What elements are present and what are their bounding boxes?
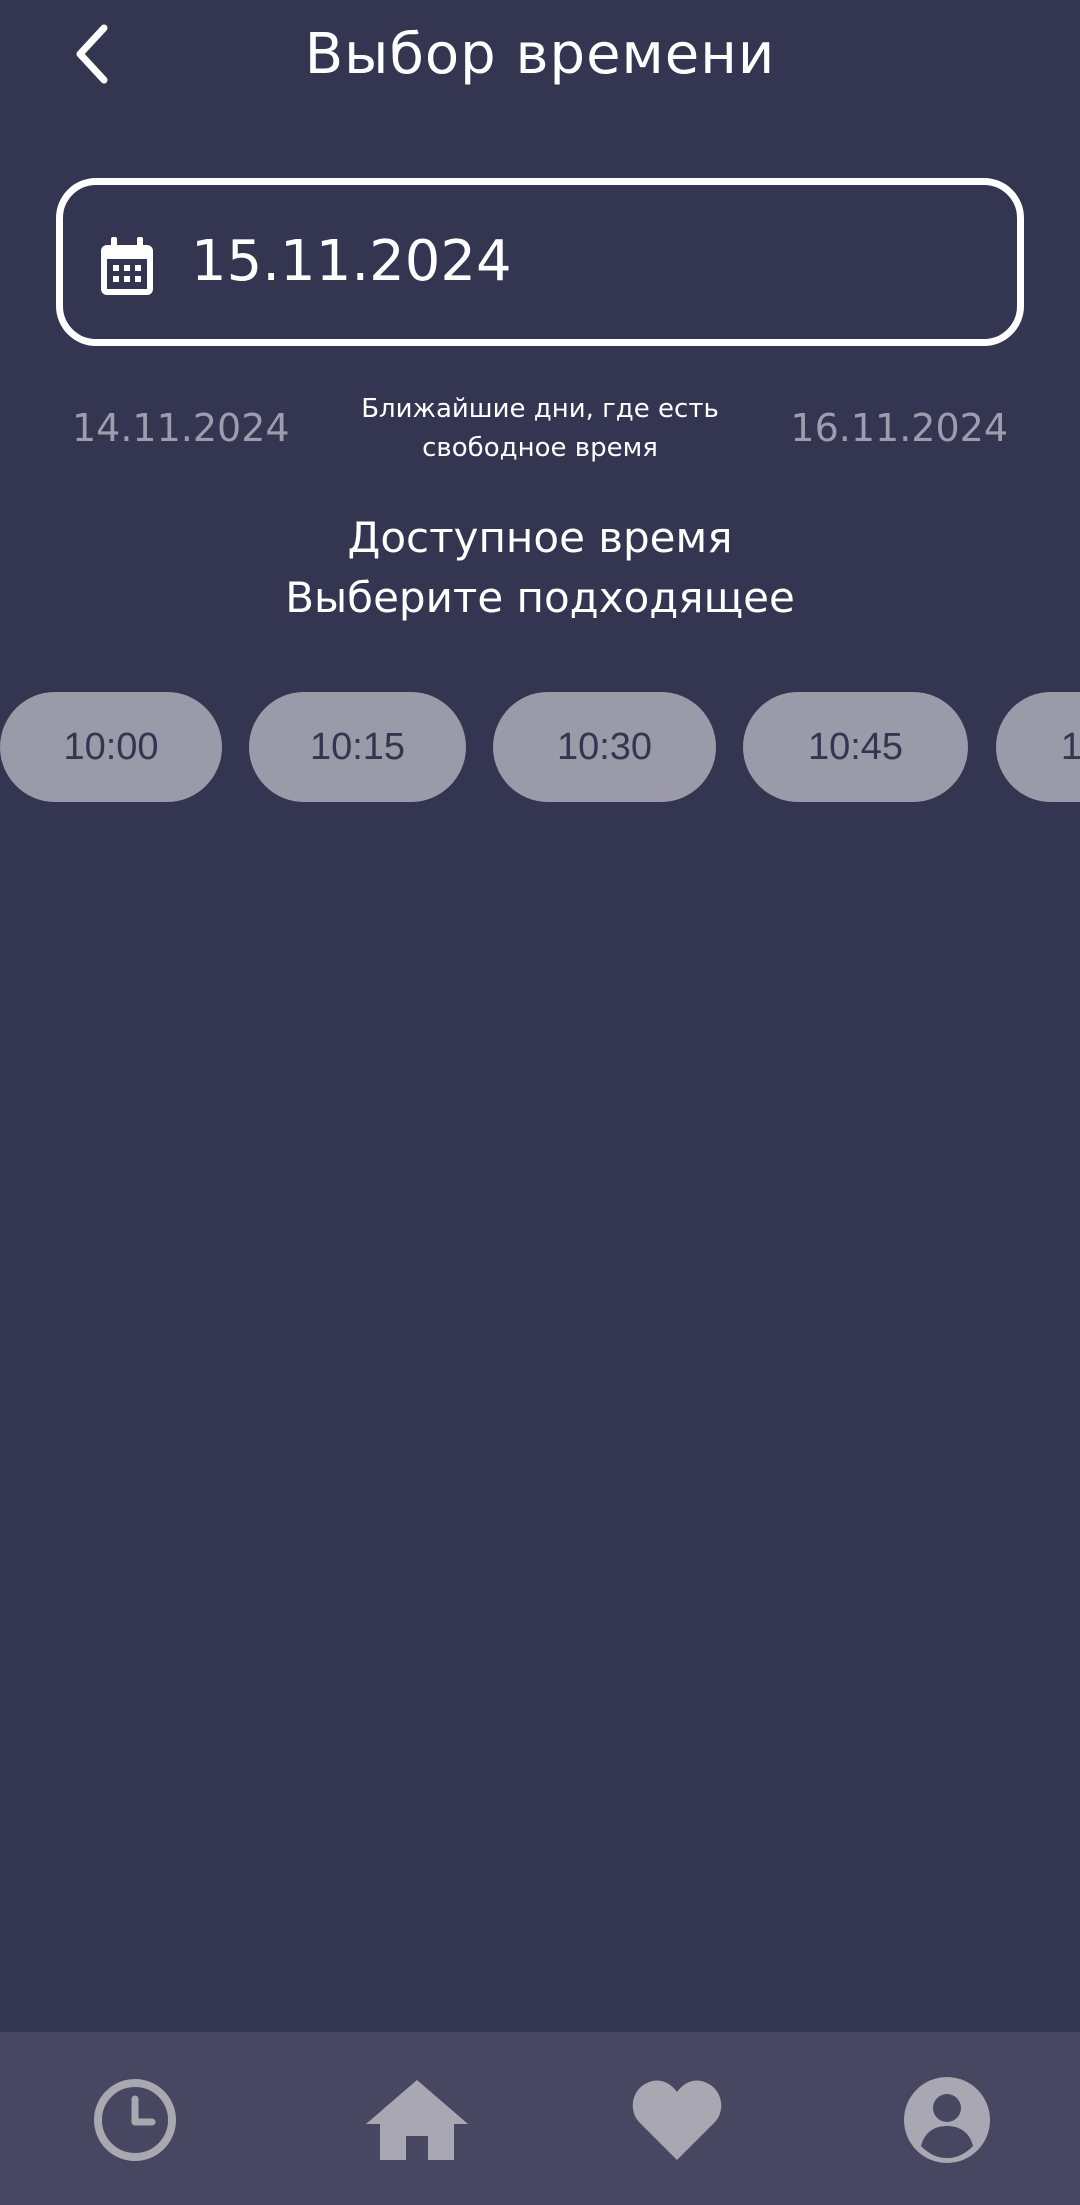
nearby-dates: 14.11.2024 Ближайшие дни, где есть свобо… <box>0 380 1080 480</box>
time-slot[interactable]: 11:00 <box>996 692 1080 802</box>
nearby-caption: Ближайшие дни, где есть свободное время <box>330 390 750 468</box>
time-slots-scroller[interactable]: 10:00 10:15 10:30 10:45 11:00 <box>0 692 1080 802</box>
nearby-caption-line1: Ближайшие дни, где есть <box>361 394 719 424</box>
nav-home[interactable] <box>362 2070 472 2170</box>
home-icon <box>366 2080 468 2160</box>
time-slot[interactable]: 10:15 <box>249 692 466 802</box>
time-selection-screen: Выбор времени 15.11.2024 14.11.2024 Ближ… <box>0 0 1080 2205</box>
clock-icon <box>94 2079 176 2161</box>
nav-profile[interactable] <box>897 2070 997 2170</box>
bottom-nav <box>0 2032 1080 2205</box>
nearby-caption-line2: свободное время <box>422 433 658 463</box>
selected-date: 15.11.2024 <box>191 229 512 294</box>
nav-history[interactable] <box>85 2070 185 2170</box>
available-time-heading: Доступное время Выберите подходящее <box>0 508 1080 628</box>
profile-icon <box>904 2077 990 2163</box>
page-title: Выбор времени <box>304 22 776 87</box>
date-picker-field[interactable]: 15.11.2024 <box>56 178 1024 346</box>
available-time-title: Доступное время <box>347 513 733 562</box>
next-available-date[interactable]: 16.11.2024 <box>790 406 1008 450</box>
heart-icon <box>632 2080 722 2160</box>
time-slot[interactable]: 10:30 <box>493 692 716 802</box>
header: Выбор времени <box>0 0 1080 120</box>
nav-favorites[interactable] <box>627 2070 727 2170</box>
prev-available-date[interactable]: 14.11.2024 <box>72 406 290 450</box>
time-slot[interactable]: 10:45 <box>743 692 968 802</box>
available-time-subtitle: Выберите подходящее <box>285 573 795 622</box>
calendar-icon <box>101 237 153 295</box>
time-slot[interactable]: 10:00 <box>0 692 222 802</box>
